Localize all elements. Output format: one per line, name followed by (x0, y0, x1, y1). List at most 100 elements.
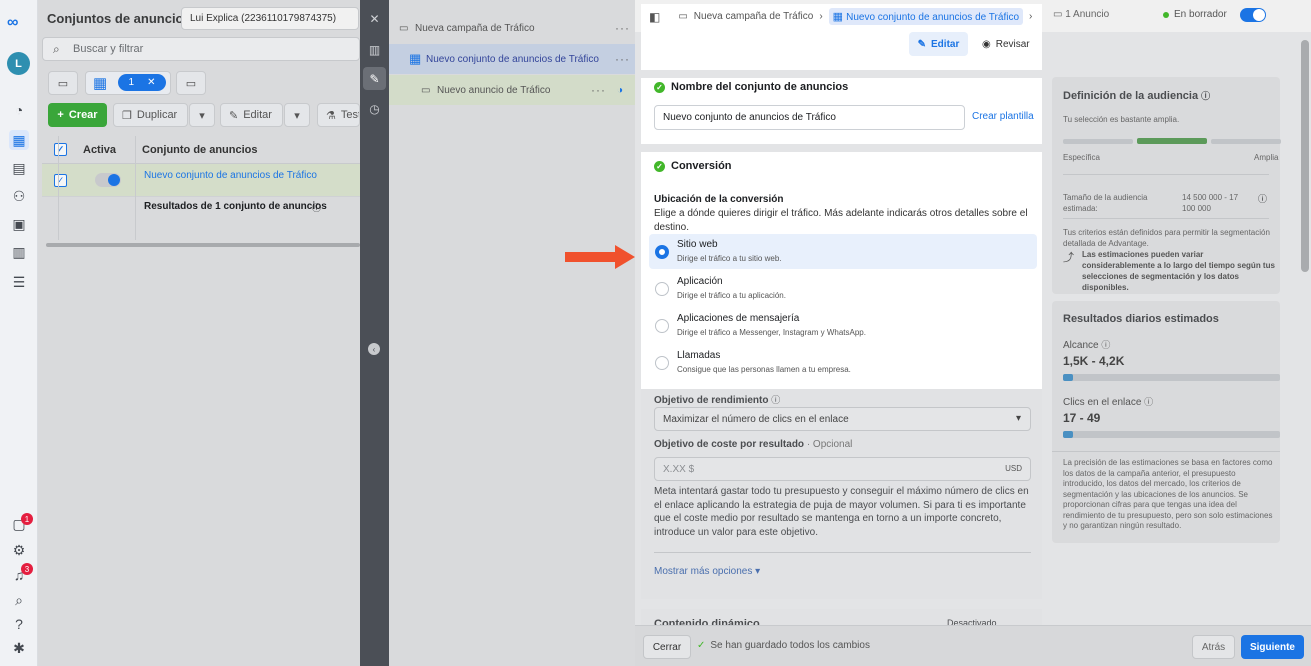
pencil-icon[interactable]: ✎ (363, 67, 386, 90)
tree-ad-label: Nuevo anuncio de Tráfico (437, 84, 551, 96)
trend-icon: ⤴ (1063, 252, 1074, 264)
bug-icon[interactable]: ✱ (9, 638, 29, 658)
option-calls[interactable]: Llamadas Consigue que las personas llame… (649, 345, 1037, 380)
tab-ads[interactable]: ▭ (176, 71, 206, 95)
performance-goal-value: Maximizar el número de clics en el enlac… (663, 414, 849, 425)
clicks-value: 17 - 49 (1063, 411, 1101, 425)
duplicate-dropdown[interactable]: ▾ (189, 103, 215, 127)
cost-goal-input[interactable]: X.XX $ USD (654, 457, 1031, 481)
audience-size-value: 14 500 000 - 17 100 000 (1182, 193, 1239, 213)
row-checkbox[interactable]: ✓ (54, 174, 67, 187)
meta-logo-icon[interactable]: ∞ (7, 14, 18, 32)
selection-pill[interactable]: 1 ✕ (118, 74, 166, 91)
option-website[interactable]: Sitio web Dirige el tráfico a tu sitio w… (649, 234, 1037, 269)
row-active-toggle[interactable] (95, 173, 121, 187)
help-icon[interactable]: ? (9, 614, 29, 634)
col-adset: Conjunto de anuncios (142, 144, 258, 156)
clear-selection-icon[interactable]: ✕ (147, 77, 155, 88)
cost-placeholder: X.XX $ (663, 464, 695, 475)
option-title: Llamadas (677, 350, 721, 361)
option-app[interactable]: Aplicación Dirige el tráfico a tu aplica… (649, 271, 1037, 306)
select-all-checkbox[interactable]: ✓ (54, 143, 67, 156)
performance-goal-select[interactable]: Maximizar el número de clics en el enlac… (654, 407, 1031, 431)
radio-app[interactable] (655, 282, 669, 296)
more-options-icon[interactable]: ··· (591, 83, 617, 97)
review-button[interactable]: ◉ Revisar (982, 32, 1030, 56)
radio-calls[interactable] (655, 356, 669, 370)
radio-website[interactable] (655, 245, 669, 259)
more-options-icon[interactable]: ··· (615, 21, 635, 35)
breadcrumb: ◧ ▭ Nueva campaña de Tráfico › ▦ Nuevo c… (649, 8, 1032, 25)
search-icon[interactable]: ⌕ (9, 590, 29, 610)
test-button[interactable]: ⚗ Test (317, 103, 360, 127)
info-icon[interactable]: ⓘ (1101, 340, 1110, 350)
audience-meter-left (1063, 139, 1133, 144)
option-title: Aplicaciones de mensajería (677, 313, 800, 324)
daily-results-title: Resultados diarios estimados (1063, 313, 1219, 325)
adset-name-input[interactable]: Nuevo conjunto de anuncios de Tráfico (654, 105, 965, 130)
close-icon[interactable]: ✕ (363, 7, 386, 30)
clock-icon[interactable]: ◷ (363, 97, 386, 120)
radio-messaging[interactable] (655, 319, 669, 333)
audiences-icon[interactable]: ⚇ (9, 186, 29, 206)
show-more-options-link[interactable]: Mostrar más opciones ▾ (654, 566, 760, 577)
ads-manager-icon[interactable]: ▦ (9, 130, 29, 150)
billing-icon[interactable]: ▥ (9, 242, 29, 262)
global-nav: ∞ L ◔ ▦ ▤ ⚇ ▣ ▥ ☰ ▢ 1 ⚙ ♫ 3 ⌕ ? ✱ (0, 0, 38, 666)
cost-goal-help: Meta intentará gastar todo tu presupuest… (654, 486, 1029, 538)
account-selector[interactable]: Lui Explica (2236110179874375) (181, 7, 359, 30)
tree-item-campaign[interactable]: ▭ Nueva campaña de Tráfico ··· (389, 13, 635, 43)
tree-item-ad[interactable]: ▭ Nuevo anuncio de Tráfico ··· ◑ (389, 75, 635, 105)
search-input[interactable]: ⌕ Buscar y filtrar (42, 37, 360, 61)
dashboard-icon[interactable]: ◔ (9, 100, 29, 120)
info-icon[interactable]: ⓘ (1144, 397, 1153, 407)
breadcrumb-campaign[interactable]: Nueva campaña de Tráfico (694, 11, 814, 22)
tree-item-adset[interactable]: ▦ Nuevo conjunto de anuncios de Tráfico … (389, 44, 635, 74)
horizontal-scrollbar[interactable] (46, 243, 360, 247)
results-label: Resultados de 1 conjunto de anuncios (144, 201, 327, 212)
chart-icon[interactable]: ▥ (363, 38, 386, 61)
create-button[interactable]: + Crear (48, 103, 107, 127)
next-button[interactable]: Siguiente (1241, 635, 1304, 659)
more-options-icon[interactable]: ··· (615, 52, 635, 66)
folder-icon: ▭ (57, 77, 69, 90)
menu-icon[interactable]: ☰ (9, 272, 29, 292)
search-placeholder: Buscar y filtrar (73, 43, 144, 55)
table-row[interactable]: ✓ Nuevo conjunto de anuncios de Tráfico (42, 164, 360, 197)
clicks-label: Clics en el enlace ⓘ (1063, 397, 1154, 408)
audience-card: Definición de la audiencia ⓘ Tu selecció… (1052, 77, 1281, 294)
draft-toggle[interactable] (1240, 8, 1266, 22)
settings-icon[interactable]: ⚙ (9, 540, 29, 560)
pencil-icon: ✎ (917, 38, 927, 50)
tab-campaigns[interactable]: ▭ (48, 71, 78, 95)
close-button[interactable]: Cerrar (643, 635, 691, 659)
edit-dropdown[interactable]: ▾ (284, 103, 310, 127)
catalog-icon[interactable]: ▣ (9, 214, 29, 234)
notif-badge: 1 (21, 513, 33, 525)
caret-down-icon: ▾ (199, 109, 205, 122)
edit-mode-button[interactable]: ✎ Editar (909, 32, 968, 56)
vertical-scrollbar[interactable] (1301, 40, 1309, 272)
avatar[interactable]: L (7, 52, 30, 75)
row-adset-name[interactable]: Nuevo conjunto de anuncios de Tráfico (144, 170, 317, 181)
daily-results-card: Resultados diarios estimados Alcance ⓘ 1… (1052, 301, 1280, 543)
info-icon[interactable]: ⓘ (1201, 91, 1210, 101)
info-icon[interactable]: ⓘ (1258, 192, 1267, 205)
ad-icon: ▭ (421, 84, 431, 96)
chevron-right-icon: › (819, 11, 823, 22)
option-desc: Consigue que las personas llamen a tu em… (677, 365, 851, 374)
info-icon[interactable]: ⓘ (771, 395, 780, 405)
breadcrumb-adset[interactable]: ▦ Nuevo conjunto de anuncios de Tráfico (828, 8, 1023, 25)
option-messaging[interactable]: Aplicaciones de mensajería Dirige el trá… (649, 308, 1037, 343)
info-icon[interactable]: ⓘ (312, 201, 321, 214)
reach-bar-fill (1063, 374, 1073, 381)
edit-button[interactable]: ✎ Editar (220, 103, 283, 127)
duplicate-button[interactable]: ❐ Duplicar (113, 103, 188, 127)
pages-icon[interactable]: ▤ (9, 158, 29, 178)
back-button[interactable]: Atrás (1192, 635, 1235, 659)
grid-icon: ▦ (409, 51, 422, 66)
col-divider (135, 136, 136, 240)
sidebar-toggle-icon[interactable]: ◧ (649, 10, 660, 24)
create-template-link[interactable]: Crear plantilla (972, 111, 1034, 122)
collapse-icon[interactable]: ‹ (368, 343, 380, 355)
